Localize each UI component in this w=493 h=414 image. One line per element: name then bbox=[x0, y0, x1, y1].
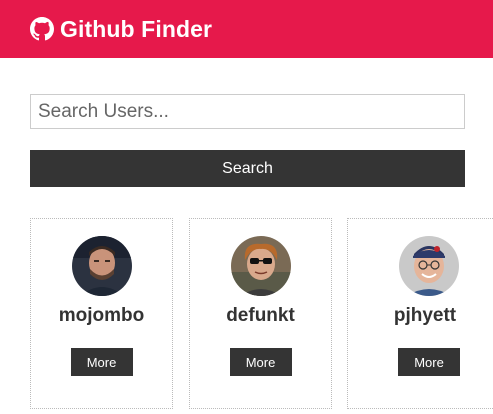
avatar bbox=[230, 236, 291, 296]
navbar: Github Finder bbox=[0, 0, 493, 58]
user-card: pjhyett More bbox=[347, 218, 493, 409]
avatar bbox=[71, 236, 132, 296]
app-title: Github Finder bbox=[60, 15, 213, 42]
more-button[interactable]: More bbox=[229, 348, 292, 376]
search-input[interactable] bbox=[30, 94, 465, 129]
search-button[interactable]: Search bbox=[30, 150, 465, 187]
user-login: defunkt bbox=[226, 305, 295, 326]
avatar bbox=[399, 236, 459, 296]
user-card: defunkt More bbox=[189, 218, 332, 409]
github-icon bbox=[30, 17, 54, 41]
user-login: mojombo bbox=[58, 305, 145, 326]
more-button[interactable]: More bbox=[70, 348, 133, 376]
more-button[interactable]: More bbox=[398, 348, 460, 376]
user-login: pjhyett bbox=[393, 305, 457, 326]
user-card: mojombo More bbox=[30, 218, 173, 409]
